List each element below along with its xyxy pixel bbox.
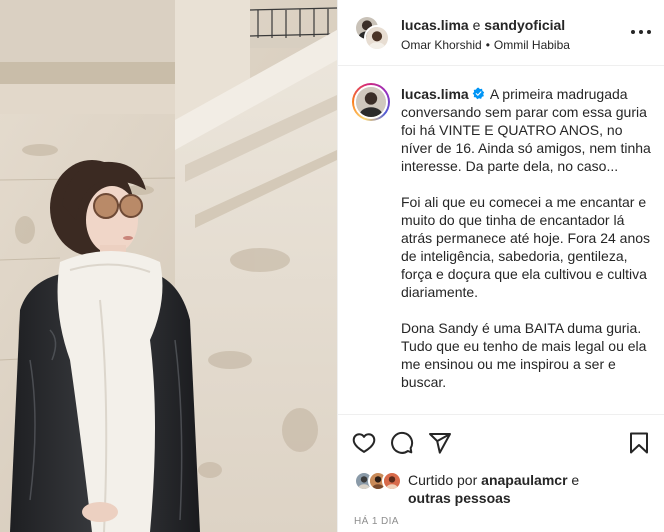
caption-paragraph-3: Dona Sandy é uma BAITA duma guria. Tudo … — [401, 320, 647, 390]
author-sandyoficial[interactable]: sandyoficial — [484, 17, 565, 33]
liker-avatar — [382, 471, 402, 491]
caption-text: lucas.lima A primeira madrugada conversa… — [401, 85, 653, 409]
post-header: lucas.lima e sandyoficial Omar Khorshid •… — [338, 0, 664, 66]
likes-row: Curtido por anapaulamcr e outras pessoas — [354, 471, 579, 507]
artist-name: Omar Khorshid — [401, 38, 482, 52]
collab-avatars[interactable] — [354, 15, 390, 51]
caption-username[interactable]: lucas.lima — [401, 86, 469, 102]
likes-prefix: Curtido por — [408, 472, 478, 488]
liker-avatars[interactable] — [354, 471, 408, 491]
caption-avatar[interactable] — [352, 83, 390, 121]
post-authors: lucas.lima e sandyoficial — [401, 16, 565, 34]
likes-conjunction: e — [571, 472, 580, 488]
likes-text: Curtido por anapaulamcr e outras pessoas — [408, 471, 579, 507]
share-icon[interactable] — [428, 431, 452, 455]
more-horizontal-icon[interactable] — [631, 24, 651, 40]
heart-icon[interactable] — [352, 431, 376, 455]
post-actions: Curtido por anapaulamcr e outras pessoas… — [338, 414, 664, 532]
action-icons — [352, 431, 452, 455]
bookmark-icon[interactable] — [627, 431, 651, 455]
post-photo[interactable] — [0, 0, 337, 532]
comment-icon[interactable] — [390, 431, 414, 455]
separator-dot: • — [485, 38, 490, 52]
audio-attribution[interactable]: Omar Khorshid • Ommil Habiba — [401, 37, 570, 53]
caption-paragraph-2: Foi ali que eu comecei a me encantar e m… — [401, 194, 651, 300]
verified-badge-icon — [472, 87, 484, 100]
caption-paragraph-1: lucas.lima A primeira madrugada conversa… — [401, 85, 653, 175]
liker-username[interactable]: anapaulamcr — [481, 472, 567, 488]
authors-conjunction: e — [472, 17, 481, 33]
author-lucas-lima[interactable]: lucas.lima — [401, 17, 469, 33]
instagram-post: lucas.lima e sandyoficial Omar Khorshid •… — [0, 0, 664, 532]
post-timestamp[interactable]: HÁ 1 DIA — [354, 516, 399, 527]
likes-others-link[interactable]: outras pessoas — [408, 490, 511, 506]
avatar-sandyoficial[interactable] — [364, 25, 390, 51]
song-name: Ommil Habiba — [493, 38, 570, 52]
post-side-panel: lucas.lima e sandyoficial Omar Khorshid •… — [337, 0, 664, 532]
photo-woman-stone-wall — [0, 0, 337, 532]
caption-area[interactable]: lucas.lima A primeira madrugada conversa… — [338, 67, 664, 413]
